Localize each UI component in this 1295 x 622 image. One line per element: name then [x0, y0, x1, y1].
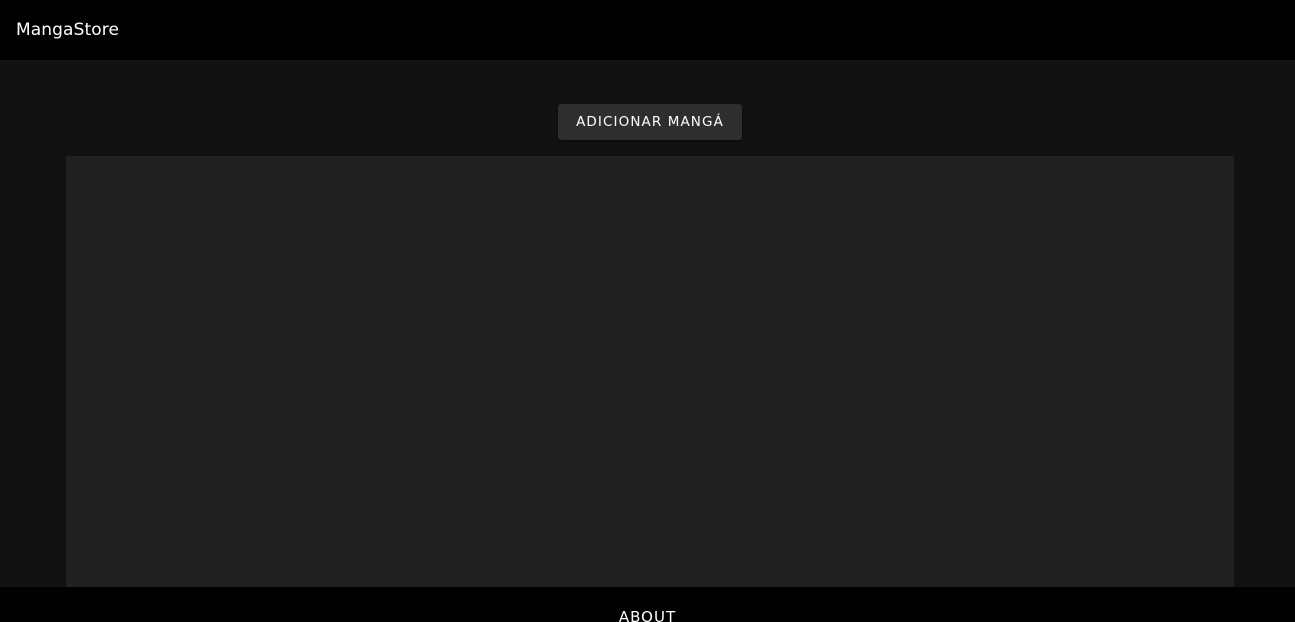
main-content: ADICIONAR MANGÁ: [0, 60, 1295, 587]
manga-list-panel: [66, 156, 1234, 587]
brand-title[interactable]: MangaStore: [16, 20, 119, 40]
footer-bar: ABOUT: [0, 587, 1295, 622]
about-link[interactable]: ABOUT: [619, 608, 676, 622]
top-app-bar: MangaStore: [0, 0, 1295, 60]
app-window: MangaStore ADICIONAR MANGÁ ABOUT: [0, 0, 1295, 622]
add-manga-button[interactable]: ADICIONAR MANGÁ: [558, 104, 742, 140]
